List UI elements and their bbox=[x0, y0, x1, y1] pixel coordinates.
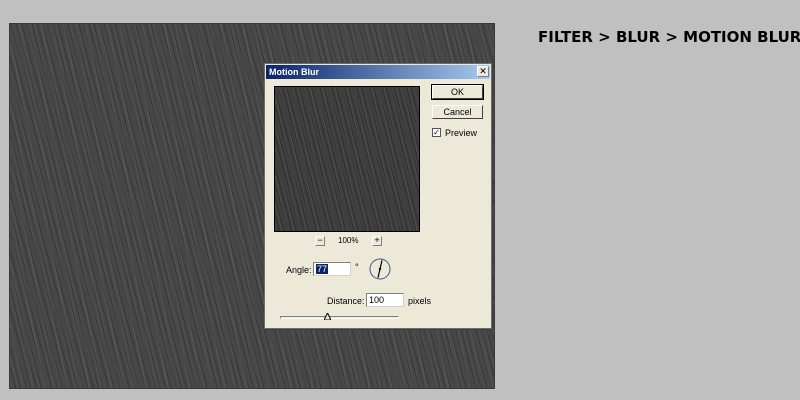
close-icon: ✕ bbox=[479, 66, 487, 76]
checkmark-icon: ✓ bbox=[433, 128, 440, 137]
angle-label: Angle: bbox=[286, 265, 312, 275]
close-button[interactable]: ✕ bbox=[477, 66, 489, 77]
degree-symbol: ° bbox=[355, 262, 359, 272]
angle-input[interactable]: 77 bbox=[313, 262, 351, 276]
distance-slider-track[interactable] bbox=[280, 316, 399, 319]
angle-value: 77 bbox=[316, 264, 329, 274]
plus-icon: + bbox=[374, 235, 380, 245]
dialog-title: Motion Blur bbox=[269, 67, 319, 77]
distance-label: Distance: bbox=[327, 296, 365, 306]
ok-button[interactable]: OK bbox=[431, 84, 484, 100]
minus-icon: − bbox=[317, 235, 323, 245]
menu-path-caption: FILTER > BLUR > MOTION BLUR bbox=[538, 28, 800, 46]
dialog-titlebar[interactable]: Motion Blur ✕ bbox=[266, 65, 490, 79]
preview-checkbox[interactable]: ✓ bbox=[432, 128, 441, 137]
cancel-button[interactable]: Cancel bbox=[432, 105, 483, 119]
distance-unit-label: pixels bbox=[408, 296, 432, 306]
distance-input[interactable]: 100 bbox=[366, 293, 404, 307]
distance-slider-thumb[interactable] bbox=[324, 313, 332, 320]
preview-thumbnail[interactable] bbox=[274, 86, 420, 232]
distance-value: 100 bbox=[369, 295, 385, 305]
preview-checkbox-label: Preview bbox=[445, 128, 478, 138]
zoom-level-label: 100% bbox=[338, 236, 359, 245]
zoom-in-button[interactable]: + bbox=[372, 236, 382, 246]
zoom-out-button[interactable]: − bbox=[315, 236, 325, 246]
angle-dial[interactable] bbox=[369, 258, 391, 280]
motion-blur-dialog: Motion Blur ✕ − 100% + OK Cancel ✓ Previ… bbox=[264, 63, 492, 329]
